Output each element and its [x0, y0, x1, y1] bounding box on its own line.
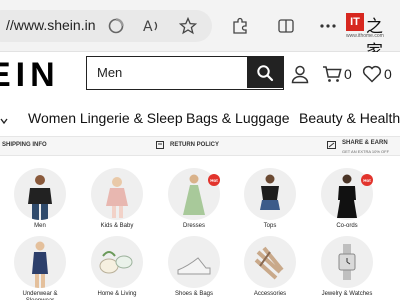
- category-beauty-health[interactable]: Beauty & Health: [299, 110, 400, 126]
- wishlist-button[interactable]: 0: [362, 64, 392, 84]
- address-url[interactable]: //www.shein.in: [6, 17, 95, 33]
- user-icon: [291, 65, 309, 84]
- shipping-info-link[interactable]: SHIPPING INFO: [2, 142, 47, 148]
- underwear-image: [14, 236, 66, 288]
- accessories-image: [244, 236, 296, 288]
- wishlist-count: 0: [384, 66, 392, 82]
- shoes-bags-image: [168, 236, 220, 288]
- tile-label: Underwear & Sleepwear: [22, 291, 58, 300]
- tile-accessories[interactable]: Accessories: [240, 236, 300, 298]
- tile-kids-baby[interactable]: Kids & Baby: [87, 168, 147, 230]
- category-chevron-icon[interactable]: [0, 112, 8, 128]
- more-menu-icon[interactable]: [316, 14, 340, 38]
- tile-underwear-sleepwear[interactable]: Underwear & Sleepwear: [10, 236, 70, 300]
- tile-jewelry-watches[interactable]: Jewelry & Watches: [317, 236, 377, 298]
- tile-co-ords[interactable]: Hot Co-ords: [317, 168, 377, 230]
- ithome-box: IT: [346, 13, 364, 31]
- account-button[interactable]: [290, 64, 310, 84]
- category-grid: Men Kids & Baby Hot Dresses Tops Hot Co-…: [0, 166, 400, 300]
- home-living-image: [91, 236, 143, 288]
- tile-label: Co-ords: [336, 223, 358, 229]
- tile-label: Home & Living: [97, 291, 137, 297]
- cart-count: 0: [344, 66, 352, 82]
- share-earn-link[interactable]: SHARE & EARN: [342, 140, 388, 146]
- tile-label: Shoes & Bags: [174, 291, 214, 297]
- men-image: [14, 168, 66, 220]
- cart-button[interactable]: 0: [322, 64, 352, 84]
- jewelry-watches-image: [321, 236, 373, 288]
- extensions-icon[interactable]: [228, 14, 252, 38]
- search-input[interactable]: [87, 57, 247, 88]
- category-bags-luggage[interactable]: Bags & Luggage: [186, 110, 290, 126]
- tile-shoes-bags[interactable]: Shoes & Bags: [164, 236, 224, 298]
- search-button[interactable]: [247, 57, 283, 88]
- share-icon: [327, 141, 336, 151]
- heart-icon: [362, 65, 382, 83]
- category-women-lingerie[interactable]: Women Lingerie & Sleep: [28, 110, 183, 126]
- search-icon: [257, 64, 274, 81]
- return-policy-icon: [156, 141, 164, 151]
- info-strip: SHIPPING INFO RETURN POLICY SHARE & EARN…: [0, 136, 400, 156]
- hot-badge: Hot: [361, 174, 373, 186]
- favorite-star-icon[interactable]: [176, 14, 200, 38]
- tile-label: Kids & Baby: [100, 223, 134, 229]
- tile-tops[interactable]: Tops: [240, 168, 300, 230]
- tile-men[interactable]: Men: [10, 168, 70, 230]
- tile-label: Dresses: [182, 223, 205, 229]
- browser-toolbar: //www.shein.in A IT 之家 www.ithome.com: [0, 0, 400, 62]
- split-screen-icon[interactable]: [274, 14, 298, 38]
- ithome-watermark: IT 之家 www.ithome.com: [346, 10, 396, 62]
- tile-label: Accessories: [253, 291, 287, 297]
- read-aloud-icon[interactable]: A: [140, 14, 164, 38]
- category-nav: Women Lingerie & Sleep Bags & Luggage Be…: [0, 104, 400, 134]
- tops-image: [244, 168, 296, 220]
- site-header: EIN 0 0: [0, 52, 400, 96]
- tile-label: Tops: [263, 223, 277, 229]
- tile-home-living[interactable]: Home & Living: [87, 236, 147, 298]
- tile-label: Jewelry & Watches: [321, 291, 373, 297]
- ithome-url: www.ithome.com: [346, 33, 384, 39]
- kids-baby-image: [91, 168, 143, 220]
- hot-badge: Hot: [208, 174, 220, 186]
- edge-refresh-icon[interactable]: [104, 14, 128, 38]
- tile-dresses[interactable]: Hot Dresses: [164, 168, 224, 230]
- cart-icon: [323, 66, 342, 82]
- share-earn-subtext: GET AN EXTRA 10% OFF: [342, 149, 390, 154]
- return-policy-link[interactable]: RETURN POLICY: [170, 142, 219, 148]
- search-box: [86, 56, 284, 90]
- svg-text:A: A: [143, 19, 153, 35]
- shein-logo[interactable]: EIN: [0, 56, 60, 95]
- tile-label: Men: [34, 223, 46, 229]
